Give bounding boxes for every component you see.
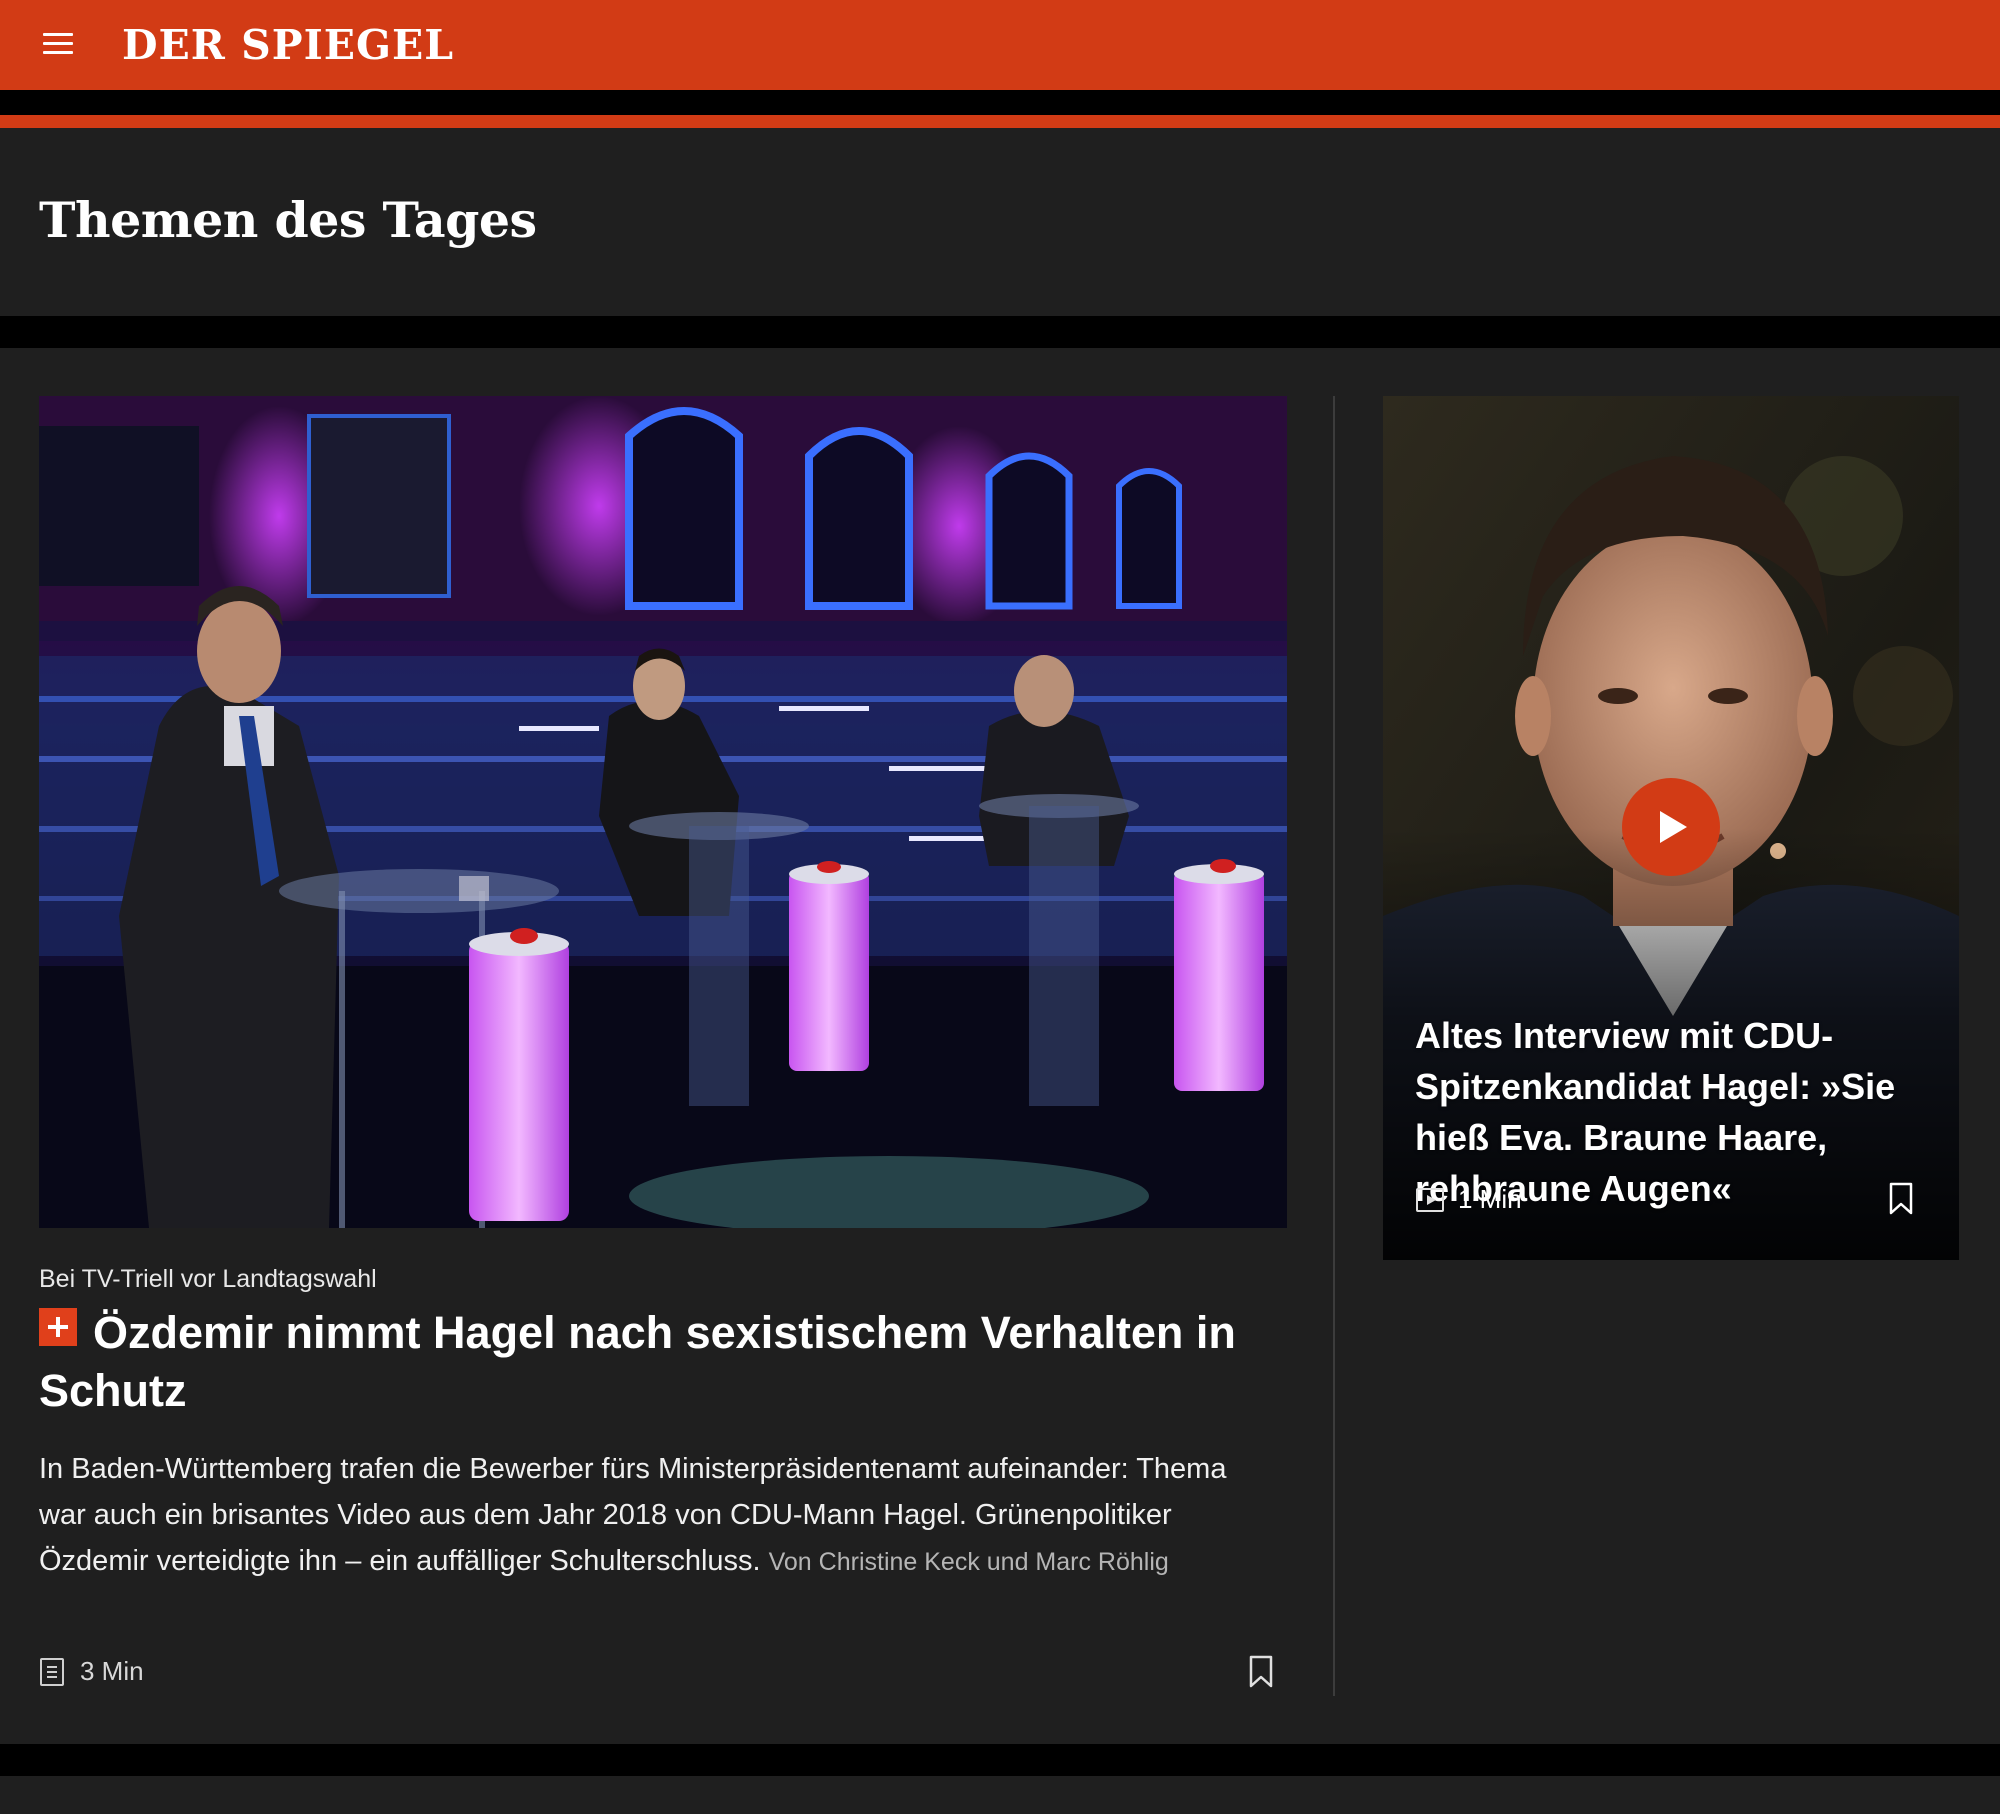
bookmark-icon[interactable] [1249, 1655, 1273, 1689]
headline-text[interactable]: Özdemir nimmt Hagel nach sexistischem Ve… [39, 1307, 1236, 1416]
main-article-image[interactable] [39, 396, 1287, 1228]
main-article-headline[interactable]: Özdemir nimmt Hagel nach sexistischem Ve… [39, 1304, 1269, 1420]
hamburger-menu-icon[interactable] [40, 29, 78, 59]
accent-line [0, 115, 2000, 128]
site-header: DER SPIEGEL [0, 0, 2000, 90]
article-byline: Von Christine Keck und Marc Röhlig [768, 1548, 1169, 1576]
section-spacer [0, 316, 2000, 348]
video-bookmark-icon[interactable] [1889, 1182, 1913, 1216]
video-teaser-card[interactable]: Altes Interview mit CDU-Spitzenkandidat … [1383, 396, 1959, 1260]
video-duration: 1 Min [1458, 1184, 1522, 1214]
footer-spacer [0, 1744, 2000, 1776]
article-teaser: In Baden-Württemberg trafen die Bewerber… [39, 1446, 1269, 1585]
article-meta: 3 Min [40, 1656, 144, 1687]
column-divider [1333, 396, 1335, 1696]
next-section-edge [0, 1776, 2000, 1814]
article-icon [40, 1657, 64, 1686]
section-title: Themen des Tages [39, 191, 537, 249]
section-header: Themen des Tages [0, 128, 2000, 316]
article-kicker: Bei TV-Triell vor Landtagswahl [39, 1265, 377, 1293]
site-logo[interactable]: DER SPIEGEL [122, 20, 454, 70]
video-icon [1416, 1187, 1444, 1212]
video-meta: 1 Min [1416, 1184, 1522, 1215]
play-button-icon[interactable] [1622, 778, 1720, 876]
spiegel-plus-icon [39, 1308, 77, 1346]
teaser-section: Bei TV-Triell vor Landtagswahl Özdemir n… [0, 348, 2000, 1744]
header-spacer [0, 90, 2000, 115]
read-time: 3 Min [80, 1656, 144, 1686]
